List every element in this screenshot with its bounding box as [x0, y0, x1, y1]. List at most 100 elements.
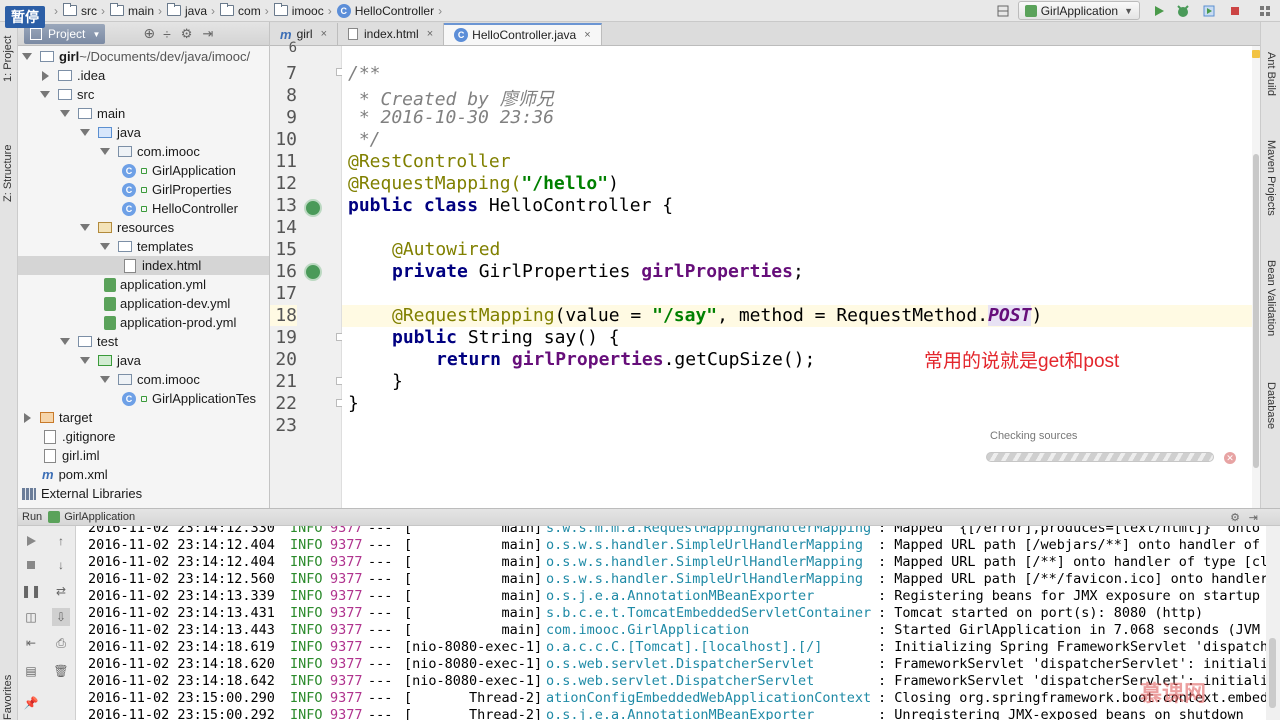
- stop-button[interactable]: [22, 556, 40, 574]
- bean-validation-tool-tab[interactable]: Bean Validation: [1265, 260, 1277, 336]
- test-class-icon: C: [122, 391, 136, 406]
- favorites-tool-tab[interactable]: Favorites: [2, 675, 14, 720]
- scrollbar-thumb[interactable]: [1253, 154, 1259, 468]
- exit-button[interactable]: ⇤: [22, 634, 40, 652]
- code-editor[interactable]: /** * Created by 廖师兄 * 2016-10-30 23:36 …: [342, 46, 1260, 508]
- scroll-up-button[interactable]: ↑: [52, 532, 70, 550]
- tree-item-application-prod-yml[interactable]: application-prod.yml: [18, 313, 269, 332]
- project-structure-button[interactable]: [1256, 2, 1274, 20]
- line-number: 20: [275, 349, 297, 370]
- scroll-to-end-button[interactable]: ⇩: [52, 608, 70, 626]
- scrollbar-thumb[interactable]: [1269, 638, 1276, 708]
- hide-icon[interactable]: ⇥: [202, 26, 213, 42]
- pause-button[interactable]: ❚❚: [21, 582, 41, 600]
- database-tool-tab[interactable]: Database: [1265, 382, 1277, 429]
- cancel-check-icon[interactable]: ✕: [1224, 452, 1236, 464]
- stop-button[interactable]: [1226, 2, 1244, 20]
- structure-tool-tab[interactable]: Z: Structure: [2, 145, 14, 202]
- debug-button[interactable]: [1174, 2, 1192, 20]
- log-row: 2016-11-02 23:14:13.339 INFO 9377 --- [ main…: [76, 588, 1266, 605]
- line-number: 17: [275, 283, 297, 304]
- tree-item-girlproperties[interactable]: C GirlProperties: [18, 180, 269, 199]
- tab-index-html[interactable]: index.html ×: [338, 23, 445, 45]
- tree-item-girl[interactable]: girl ~/Documents/dev/java/imooc/: [18, 47, 269, 66]
- soft-wrap-button[interactable]: ⇄: [52, 582, 70, 600]
- run-config-label[interactable]: GirlApplication: [64, 511, 135, 523]
- tree-item-application-dev-yml[interactable]: application-dev.yml: [18, 294, 269, 313]
- code-line-15: @Autowired: [392, 239, 501, 260]
- dump-threads-button[interactable]: ◫: [22, 608, 40, 626]
- maven-projects-tool-tab[interactable]: Maven Projects: [1265, 140, 1277, 216]
- tree-item-pom-xml[interactable]: m pom.xml: [18, 465, 269, 484]
- breadcrumb-java[interactable]: › java: [154, 3, 207, 18]
- tree-item-girl-iml[interactable]: girl.iml: [18, 446, 269, 465]
- build-icon[interactable]: [994, 2, 1012, 20]
- tree-item-test-package[interactable]: com.imooc: [18, 370, 269, 389]
- spring-autowired-gutter-icon[interactable]: [304, 263, 322, 281]
- tab-hellocontroller[interactable]: C HelloController.java ×: [444, 23, 602, 45]
- coverage-button[interactable]: [1200, 2, 1218, 20]
- tree-item-main[interactable]: main: [18, 104, 269, 123]
- tree-item-java[interactable]: java: [18, 123, 269, 142]
- tree-item-application-yml[interactable]: application.yml: [18, 275, 269, 294]
- separator-icon: ›: [211, 3, 216, 18]
- scroll-down-button[interactable]: ↓: [52, 556, 70, 574]
- close-icon[interactable]: ×: [427, 28, 433, 40]
- run-console[interactable]: 2016-11-02 23:14:12.330 INFO 9377 --- [ main…: [76, 526, 1266, 720]
- breadcrumb-com[interactable]: › com: [207, 3, 261, 18]
- tree-item-index-html[interactable]: index.html: [18, 256, 269, 275]
- run-tab-label[interactable]: Run: [22, 511, 42, 523]
- run-config-selector[interactable]: GirlApplication ▼: [1017, 1, 1140, 20]
- hide-panel-icon[interactable]: ⇥: [1249, 511, 1258, 524]
- log-dash: ---: [368, 673, 393, 689]
- chevron-down-icon: [40, 91, 50, 98]
- breadcrumb-main[interactable]: › main: [97, 3, 154, 18]
- clear-all-button[interactable]: 🗑: [52, 662, 70, 680]
- file-icon: [44, 429, 56, 444]
- breadcrumb-imooc[interactable]: › imooc: [261, 3, 324, 18]
- close-icon[interactable]: ×: [321, 28, 327, 40]
- html-icon: [348, 28, 359, 40]
- tree-item-external-libraries[interactable]: External Libraries: [18, 484, 269, 503]
- console-scrollbar[interactable]: [1266, 526, 1280, 720]
- breadcrumb-src[interactable]: › src: [50, 3, 97, 18]
- tree-item-test[interactable]: test: [18, 332, 269, 351]
- tree-item-templates[interactable]: templates: [18, 237, 269, 256]
- stop-icon: [27, 561, 35, 569]
- ant-build-tool-tab[interactable]: Ant Build: [1265, 52, 1277, 96]
- tree-item-girlapplication[interactable]: C GirlApplication: [18, 161, 269, 180]
- sync-icon[interactable]: ⊕: [143, 25, 155, 42]
- warning-marker-icon[interactable]: [1252, 50, 1260, 58]
- run-button[interactable]: [1150, 2, 1168, 20]
- layout-button[interactable]: ▤: [22, 662, 40, 680]
- tree-item-src[interactable]: src: [18, 85, 269, 104]
- project-tool-tab[interactable]: 1: Project: [2, 36, 14, 82]
- maven-icon: m: [42, 467, 54, 482]
- tree-item-girlapplicationtests[interactable]: C GirlApplicationTes: [18, 389, 269, 408]
- close-icon[interactable]: ×: [584, 29, 590, 41]
- tree-item-test-java[interactable]: java: [18, 351, 269, 370]
- log-dash: ---: [368, 690, 393, 706]
- editor-scrollbar[interactable]: [1252, 46, 1260, 508]
- folder-icon: [273, 3, 288, 16]
- tree-item-target[interactable]: target: [18, 408, 269, 427]
- breadcrumb-hellocontroller[interactable]: › C HelloController ›: [324, 3, 447, 18]
- collapse-icon[interactable]: ÷: [163, 26, 171, 42]
- pause-badge: 暂停: [5, 6, 45, 28]
- tree-item-resources[interactable]: resources: [18, 218, 269, 237]
- gear-icon[interactable]: ⚙: [1230, 511, 1240, 524]
- log-lg: o.s.w.s.handler.SimpleUrlHandlerMapping: [546, 554, 872, 570]
- log-pid: 9377: [330, 605, 363, 621]
- tree-item-package[interactable]: com.imooc: [18, 142, 269, 161]
- tree-item-idea[interactable]: .idea: [18, 66, 269, 85]
- package-icon: [118, 374, 132, 385]
- library-icon: [22, 487, 36, 500]
- log-ts: 2016-11-02 23:14:12.404: [88, 537, 275, 553]
- print-button[interactable]: ⎙: [52, 634, 70, 652]
- pin-button[interactable]: 📌: [22, 694, 40, 712]
- gear-icon[interactable]: ⚙: [181, 26, 193, 42]
- spring-bean-gutter-icon[interactable]: [304, 199, 322, 217]
- rerun-button[interactable]: [22, 532, 40, 550]
- tree-item-gitignore[interactable]: .gitignore: [18, 427, 269, 446]
- tree-item-hellocontroller[interactable]: C HelloController: [18, 199, 269, 218]
